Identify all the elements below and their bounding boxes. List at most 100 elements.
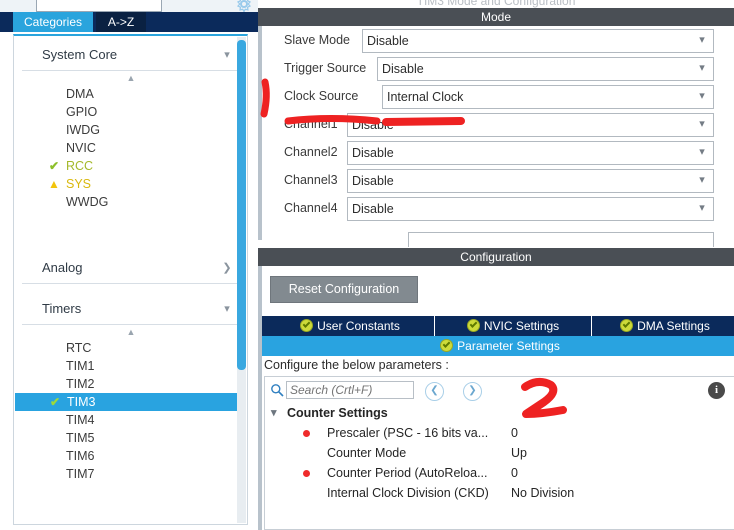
tab-label: DMA Settings xyxy=(637,319,710,333)
param-value: 0 xyxy=(511,466,518,480)
tree-item-label: TIM7 xyxy=(66,467,95,481)
tree-item-tim1[interactable]: TIM1 xyxy=(14,357,247,375)
tree-group-system-core-items: DMA GPIO IWDG NVIC ✔ RCC ▲ SYS WWDG xyxy=(14,85,247,211)
mode-row-trigger-source: Trigger Source Disable ▾ xyxy=(262,54,734,82)
parameters-search-input[interactable] xyxy=(286,381,414,399)
mode-label-channel3: Channel3 xyxy=(284,173,338,187)
tree-scroll-up-arrow-2[interactable]: ▲ xyxy=(14,325,247,339)
chevron-down-icon: ▾ xyxy=(224,303,230,315)
param-name: Counter Period (AutoReloa... xyxy=(327,466,488,480)
check-icon: ✔ xyxy=(48,159,60,173)
param-group-label: Counter Settings xyxy=(287,406,388,420)
gear-icon[interactable] xyxy=(236,0,252,13)
accordion-label: Timers xyxy=(42,301,82,316)
reset-configuration-button[interactable]: Reset Configuration xyxy=(270,276,418,303)
mode-section-header: Mode xyxy=(258,8,734,26)
component-list-panel: Categories A->Z System Core ▾ ▲ DMA GPIO… xyxy=(0,0,258,530)
channel2-value: Disable xyxy=(352,146,394,160)
tab-label: Parameter Settings xyxy=(457,339,560,353)
component-search-input[interactable] xyxy=(36,0,162,12)
tab-user-constants[interactable]: User Constants xyxy=(266,316,435,336)
mode-row-clock-source: Clock Source Internal Clock ▾ xyxy=(262,82,734,110)
tree-item-iwdg[interactable]: IWDG xyxy=(14,121,247,139)
tree-item-nvic[interactable]: NVIC xyxy=(14,139,247,157)
tab-dma-settings[interactable]: DMA Settings xyxy=(592,316,734,336)
tree-item-tim3[interactable]: ✔ TIM3 xyxy=(15,393,246,411)
tree-item-gpio[interactable]: GPIO xyxy=(14,103,247,121)
param-row-counter-mode[interactable]: Counter Mode Up xyxy=(265,443,734,463)
channel1-select[interactable]: Disable ▾ xyxy=(347,113,714,137)
tree-item-rcc[interactable]: ✔ RCC xyxy=(14,157,247,175)
param-group-counter-settings[interactable]: ▾ Counter Settings xyxy=(265,403,734,423)
tree-item-dma[interactable]: DMA xyxy=(14,85,247,103)
tab-status-dot-icon xyxy=(300,319,314,332)
tree-item-wwdg[interactable]: WWDG xyxy=(14,193,247,211)
tree-item-tim6[interactable]: TIM6 xyxy=(14,447,247,465)
tree-scrollbar-thumb[interactable] xyxy=(237,40,246,370)
mode-label-clock-source: Clock Source xyxy=(284,89,359,103)
channel4-select[interactable]: Disable ▾ xyxy=(347,197,714,221)
mode-row-slave-mode: Slave Mode Disable ▾ xyxy=(262,26,734,54)
slave-mode-value: Disable xyxy=(367,34,409,48)
mode-row-channel1: Channel1 Disable ▾ xyxy=(262,110,734,138)
tree-item-tim4[interactable]: TIM4 xyxy=(14,411,247,429)
channel1-value: Disable xyxy=(352,118,394,132)
configuration-panel: TIM3 Mode and Configuration Mode Slave M… xyxy=(258,0,734,530)
clock-source-value: Internal Clock xyxy=(387,90,464,104)
tree-item-tim2[interactable]: TIM2 xyxy=(14,375,247,393)
tree-item-label: TIM1 xyxy=(66,359,95,373)
tree-item-label: TIM6 xyxy=(66,449,95,463)
param-row-counter-period[interactable]: Counter Period (AutoReloa... 0 xyxy=(265,463,734,483)
param-row-internal-clock-division[interactable]: Internal Clock Division (CKD) No Divisio… xyxy=(265,483,734,503)
tree-scroll-up-arrow[interactable]: ▲ xyxy=(14,71,247,85)
tree-item-rtc[interactable]: RTC xyxy=(14,339,247,357)
tab-label: NVIC Settings xyxy=(483,319,560,333)
param-row-prescaler[interactable]: Prescaler (PSC - 16 bits va... 0 xyxy=(265,423,734,443)
tree-item-tim7[interactable]: TIM7 xyxy=(14,465,247,483)
tree-item-tim5[interactable]: TIM5 xyxy=(14,429,247,447)
search-icon xyxy=(270,383,284,397)
channel3-value: Disable xyxy=(352,174,394,188)
left-panel-tabbar: Categories A->Z xyxy=(0,12,258,32)
chevron-right-circle-icon[interactable]: ❯ xyxy=(463,382,482,401)
accordion-analog[interactable]: Analog ❯ xyxy=(22,253,239,284)
accordion-label: Analog xyxy=(42,260,83,275)
mode-label-trigger-source: Trigger Source xyxy=(284,61,367,75)
chevron-down-icon: ▾ xyxy=(699,174,705,186)
tree-item-label: TIM2 xyxy=(66,377,95,391)
chevron-left-circle-icon[interactable]: ❮ xyxy=(425,382,444,401)
tab-a-to-z[interactable]: A->Z xyxy=(96,12,146,32)
accordion-system-core[interactable]: System Core ▾ xyxy=(22,40,239,71)
trigger-source-value: Disable xyxy=(382,62,424,76)
tab-categories[interactable]: Categories xyxy=(13,12,93,32)
param-name: Counter Mode xyxy=(327,446,407,460)
tab-parameter-settings[interactable]: Parameter Settings xyxy=(262,336,734,356)
trigger-source-select[interactable]: Disable ▾ xyxy=(377,57,714,81)
tree-item-label: RCC xyxy=(66,159,94,173)
chevron-down-icon: ▾ xyxy=(271,407,277,419)
tab-nvic-settings[interactable]: NVIC Settings xyxy=(435,316,592,336)
info-icon[interactable]: i xyxy=(708,382,725,399)
chevron-down-icon: ▾ xyxy=(699,118,705,130)
tree-item-sys[interactable]: ▲ SYS xyxy=(14,175,247,193)
accordion-timers[interactable]: Timers ▾ xyxy=(22,294,239,325)
tree-item-label: RTC xyxy=(66,341,92,355)
chevron-right-icon: ❯ xyxy=(222,262,232,274)
channel2-select[interactable]: Disable ▾ xyxy=(347,141,714,165)
tab-label: User Constants xyxy=(317,319,400,333)
slave-mode-select[interactable]: Disable ▾ xyxy=(362,29,714,53)
tree-item-label: TIM5 xyxy=(66,431,95,445)
mode-row-channel3: Channel3 Disable ▾ xyxy=(262,166,734,194)
configuration-section-body: Reset Configuration User Constants NVIC … xyxy=(258,266,734,530)
chevron-down-icon: ▾ xyxy=(224,49,230,61)
param-name: Prescaler (PSC - 16 bits va... xyxy=(327,426,489,440)
chevron-down-icon: ▾ xyxy=(699,202,705,214)
partial-clipped-select[interactable] xyxy=(408,232,714,247)
channel3-select[interactable]: Disable ▾ xyxy=(347,169,714,193)
mode-row-channel2: Channel2 Disable ▾ xyxy=(262,138,734,166)
warning-triangle-icon: ▲ xyxy=(48,177,60,191)
clock-source-select[interactable]: Internal Clock ▾ xyxy=(382,85,714,109)
configuration-section-header: Configuration xyxy=(258,248,734,266)
mode-label-channel1: Channel1 xyxy=(284,117,338,131)
tree-item-label: TIM3 xyxy=(67,395,96,409)
